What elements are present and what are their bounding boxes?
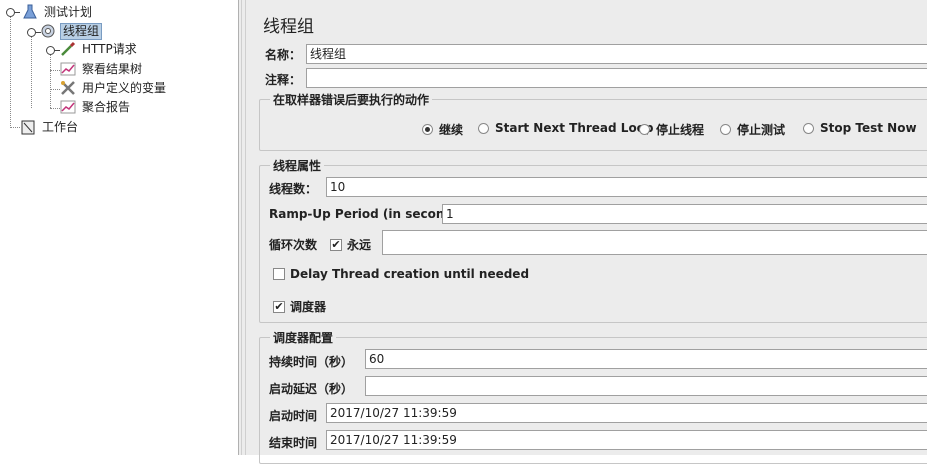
loop-count-field[interactable] [382, 230, 927, 255]
radio-label: 停止测试 [737, 123, 786, 137]
radio-label: 继续 [439, 123, 464, 137]
radio-label: 停止线程 [656, 123, 705, 137]
start-time-field[interactable]: 2017/10/27 11:39:59 [326, 403, 927, 423]
duration-label: 持续时间（秒） [269, 355, 354, 369]
tree-connector [50, 89, 60, 90]
tree-node-label: 用户定义的变量 [82, 81, 167, 95]
tree-node-label: 聚合报告 [82, 100, 131, 114]
tree-connector [10, 127, 20, 128]
checkbox-label: 调度器 [290, 300, 327, 314]
tree-node-user-defined-vars[interactable]: 用户定义的变量 [60, 79, 168, 97]
error-action-legend: 在取样器错误后要执行的动作 [270, 91, 433, 108]
duration-field[interactable]: 60 [365, 349, 927, 369]
threads-field[interactable]: 10 [326, 177, 927, 197]
tree-node-label: 测试计划 [44, 5, 93, 19]
loop-label: 循环次数 [269, 238, 318, 252]
tree-connector [50, 50, 51, 108]
radio-stop-test[interactable]: 停止测试 [720, 121, 785, 138]
tree-node-thread-group[interactable]: 线程组 [40, 22, 103, 40]
pipette-icon [60, 41, 78, 57]
startup-delay-field[interactable] [365, 376, 927, 396]
tree-node-label: 线程组 [60, 22, 103, 40]
checkbox-box [273, 268, 285, 280]
radio-dot [422, 124, 433, 135]
tree-connector [10, 15, 11, 128]
tree-node-label: 察看结果树 [82, 62, 143, 76]
thread-group-panel: 线程组 名称： 线程组 注释： 在取样器错误后要执行的动作 继续 Start N… [249, 0, 927, 464]
graph-icon [60, 99, 78, 115]
tree-node-view-results-tree[interactable]: 察看结果树 [60, 60, 144, 78]
pane-splitter[interactable] [238, 0, 249, 455]
radio-dot [639, 124, 650, 135]
tree-node-workbench[interactable]: 工作台 [20, 118, 80, 136]
radio-stop-test-now[interactable]: Stop Test Now [803, 121, 917, 135]
tree-handle-stem [14, 12, 20, 13]
tree-node-label: HTTP请求 [82, 42, 137, 56]
tree-node-label: 工作台 [42, 120, 79, 134]
radio-dot [803, 122, 814, 134]
scheduler-checkbox[interactable]: ✔ 调度器 [273, 298, 326, 315]
end-time-field[interactable]: 2017/10/27 11:39:59 [326, 430, 927, 450]
checkbox-box: ✔ [273, 299, 285, 313]
scheduler-legend: 调度器配置 [270, 329, 337, 346]
comment-label: 注释： [265, 73, 302, 87]
radio-stop-thread[interactable]: 停止线程 [639, 121, 704, 138]
radio-label: Stop Test Now [820, 121, 917, 135]
name-label: 名称： [265, 48, 302, 62]
radio-start-next-loop[interactable]: Start Next Thread Loop [478, 121, 654, 135]
radio-continue[interactable]: 继续 [422, 121, 463, 138]
flask-icon [22, 4, 40, 20]
tree-node-http-request[interactable]: HTTP请求 [60, 40, 139, 58]
delay-creation-checkbox[interactable]: Delay Thread creation until needed [273, 267, 529, 281]
end-time-label: 结束时间 [269, 436, 318, 450]
name-field[interactable]: 线程组 [306, 44, 927, 64]
test-plan-tree: 测试计划 线程组 HTTP请求 察看结果树 用户定义的变量 聚合报告 工作台 [0, 0, 238, 455]
wrench-icon [60, 80, 78, 96]
rampup-label: Ramp-Up Period (in seconds): [269, 207, 471, 221]
checkbox-label: 永远 [347, 238, 372, 252]
clipboard-icon [20, 119, 38, 135]
tree-connector [50, 70, 60, 71]
tree-node-aggregate-report[interactable]: 聚合报告 [60, 98, 132, 116]
checkbox-label: Delay Thread creation until needed [290, 267, 530, 281]
forever-checkbox[interactable]: ✔ 永远 [330, 236, 371, 253]
startup-delay-label: 启动延迟（秒） [269, 382, 354, 396]
rampup-field[interactable]: 1 [442, 204, 927, 224]
gear-icon [40, 23, 58, 39]
radio-dot [478, 122, 489, 134]
tree-connector [31, 35, 32, 108]
start-time-label: 启动时间 [269, 409, 318, 423]
radio-label: Start Next Thread Loop [495, 121, 654, 135]
tree-connector [50, 108, 60, 109]
tree-node-test-plan[interactable]: 测试计划 [22, 3, 94, 21]
graph-icon [60, 61, 78, 77]
page-title: 线程组 [263, 17, 314, 37]
threads-label: 线程数： [269, 182, 318, 196]
radio-dot [720, 124, 731, 135]
comment-field[interactable] [306, 68, 927, 88]
thread-props-legend: 线程属性 [270, 157, 325, 174]
checkbox-box: ✔ [330, 237, 342, 251]
